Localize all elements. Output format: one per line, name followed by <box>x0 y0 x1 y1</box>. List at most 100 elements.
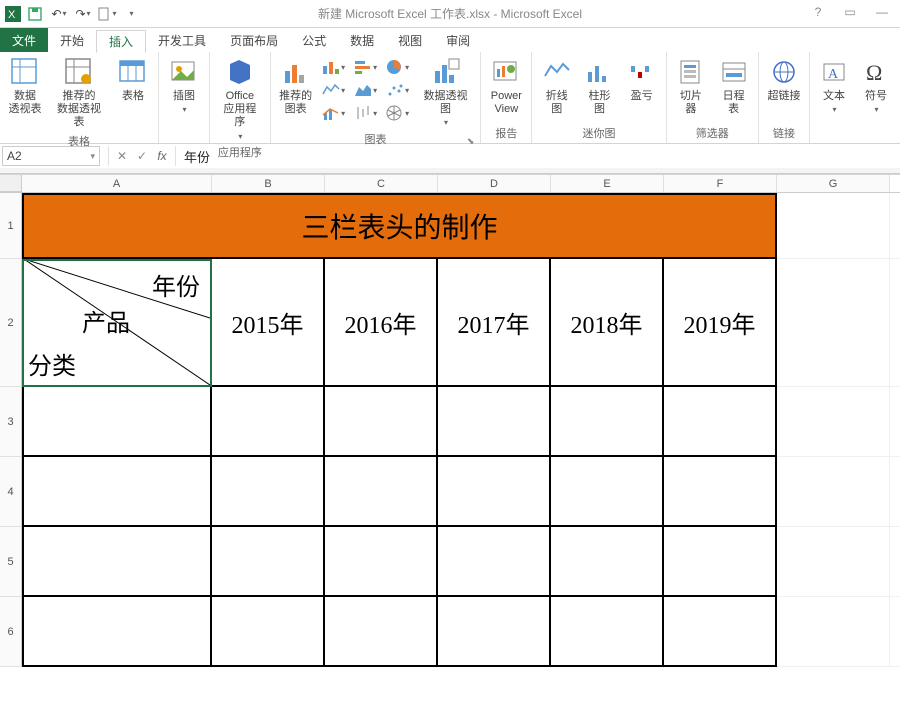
cell-a5[interactable] <box>22 527 212 597</box>
select-all-corner[interactable] <box>0 175 22 192</box>
cell-b2[interactable]: 2015年 <box>212 259 325 387</box>
tab-review[interactable]: 审阅 <box>434 29 482 52</box>
save-icon[interactable] <box>24 3 46 25</box>
cell-g3[interactable] <box>777 387 890 457</box>
scatter-chart-icon[interactable]: ▾ <box>383 79 413 101</box>
minimize-icon[interactable]: — <box>870 5 894 23</box>
cell-g1[interactable] <box>777 193 890 259</box>
cell-f2[interactable]: 2019年 <box>664 259 777 387</box>
formula-input[interactable]: 年份 <box>176 146 900 166</box>
pivot-chart-button[interactable]: 数据透视图▾ <box>415 54 477 130</box>
cell-c4[interactable] <box>325 457 438 527</box>
cell-c3[interactable] <box>325 387 438 457</box>
cell-e6[interactable] <box>551 597 664 667</box>
cell-a1-f1-merged[interactable]: 三栏表头的制作 <box>22 193 777 259</box>
cell-f4[interactable] <box>664 457 777 527</box>
formula-bar-resize[interactable] <box>0 168 900 174</box>
office-apps-button[interactable]: Office 应用程序▾ <box>214 54 266 143</box>
row-header-1[interactable]: 1 <box>0 193 22 259</box>
spreadsheet-grid[interactable]: A B C D E F G 1 2 3 4 5 6 三栏表头的制作 年份 <box>0 175 900 702</box>
cell-d2[interactable]: 2017年 <box>438 259 551 387</box>
cell-g4[interactable] <box>777 457 890 527</box>
cell-d3[interactable] <box>438 387 551 457</box>
cell-e4[interactable] <box>551 457 664 527</box>
cell-e2[interactable]: 2018年 <box>551 259 664 387</box>
row-header-5[interactable]: 5 <box>0 527 22 597</box>
pie-chart-icon[interactable]: ▾ <box>383 56 413 78</box>
cell-f6[interactable] <box>664 597 777 667</box>
cancel-formula-icon[interactable]: ✕ <box>113 149 131 163</box>
cell-f3[interactable] <box>664 387 777 457</box>
symbol-button[interactable]: Ω符号▾ <box>856 54 896 117</box>
hierarchy-chart-icon[interactable]: ▾ <box>319 79 349 101</box>
cell-c2[interactable]: 2016年 <box>325 259 438 387</box>
cell-b4[interactable] <box>212 457 325 527</box>
column-chart-icon[interactable]: ▾ <box>319 56 349 78</box>
cell-g5[interactable] <box>777 527 890 597</box>
col-header-b[interactable]: B <box>212 175 325 192</box>
enter-formula-icon[interactable]: ✓ <box>133 149 151 163</box>
tab-formulas[interactable]: 公式 <box>290 29 338 52</box>
col-header-a[interactable]: A <box>22 175 212 192</box>
sparkline-column-button[interactable]: 柱形图 <box>579 54 620 118</box>
tab-view[interactable]: 视图 <box>386 29 434 52</box>
tab-page-layout[interactable]: 页面布局 <box>218 29 290 52</box>
row-header-4[interactable]: 4 <box>0 457 22 527</box>
cell-d5[interactable] <box>438 527 551 597</box>
timeline-button[interactable]: 日程表 <box>713 54 754 118</box>
recommended-pivot-button[interactable]: 推荐的 数据透视表 <box>48 54 110 132</box>
area-chart-icon[interactable]: ▾ <box>351 79 381 101</box>
cell-f5[interactable] <box>664 527 777 597</box>
pivot-table-button[interactable]: 数据 透视表 <box>4 54 46 118</box>
cell-b3[interactable] <box>212 387 325 457</box>
surface-chart-icon[interactable]: ▾ <box>383 102 413 124</box>
cell-d6[interactable] <box>438 597 551 667</box>
combo-chart-icon[interactable]: ▾ <box>319 102 349 124</box>
col-header-e[interactable]: E <box>551 175 664 192</box>
insert-function-icon[interactable]: fx <box>153 149 171 163</box>
qat-customize-icon[interactable]: ▾ <box>120 3 142 25</box>
tab-home[interactable]: 开始 <box>48 29 96 52</box>
cell-g6[interactable] <box>777 597 890 667</box>
cell-a3[interactable] <box>22 387 212 457</box>
undo-icon[interactable]: ↶▾ <box>48 3 70 25</box>
tab-developer[interactable]: 开发工具 <box>146 29 218 52</box>
stock-chart-icon[interactable]: ▾ <box>351 102 381 124</box>
cell-a4[interactable] <box>22 457 212 527</box>
col-header-d[interactable]: D <box>438 175 551 192</box>
row-header-3[interactable]: 3 <box>0 387 22 457</box>
col-header-c[interactable]: C <box>325 175 438 192</box>
redo-icon[interactable]: ↷▾ <box>72 3 94 25</box>
sparkline-line-button[interactable]: 折线图 <box>536 54 577 118</box>
new-file-icon[interactable]: ▾ <box>96 3 118 25</box>
cell-a2[interactable]: 年份 产品 分类 <box>22 259 212 387</box>
cell-a6[interactable] <box>22 597 212 667</box>
cell-g2[interactable] <box>777 259 890 387</box>
cell-c5[interactable] <box>325 527 438 597</box>
col-header-g[interactable]: G <box>777 175 890 192</box>
text-button[interactable]: A文本▾ <box>814 54 854 117</box>
row-header-6[interactable]: 6 <box>0 597 22 667</box>
help-icon[interactable]: ? <box>806 5 830 23</box>
slicer-button[interactable]: 切片器 <box>671 54 712 118</box>
cell-d4[interactable] <box>438 457 551 527</box>
group-label-charts[interactable]: 图表 <box>275 130 477 149</box>
cell-e3[interactable] <box>551 387 664 457</box>
sparkline-winloss-button[interactable]: 盈亏 <box>622 54 662 105</box>
cell-e5[interactable] <box>551 527 664 597</box>
hyperlink-button[interactable]: 超链接 <box>763 54 805 105</box>
cell-c6[interactable] <box>325 597 438 667</box>
row-header-2[interactable]: 2 <box>0 259 22 387</box>
power-view-button[interactable]: Power View <box>485 54 527 118</box>
recommended-charts-button[interactable]: 推荐的 图表 <box>275 54 317 118</box>
tab-file[interactable]: 文件 <box>0 28 48 52</box>
illustrations-button[interactable]: 插图▾ <box>163 54 205 117</box>
table-button[interactable]: 表格 <box>112 54 154 105</box>
tab-insert[interactable]: 插入 <box>96 30 146 53</box>
cell-b5[interactable] <box>212 527 325 597</box>
tab-data[interactable]: 数据 <box>338 29 386 52</box>
col-header-f[interactable]: F <box>664 175 777 192</box>
cell-b6[interactable] <box>212 597 325 667</box>
bar-chart-icon[interactable]: ▾ <box>351 56 381 78</box>
ribbon-options-icon[interactable]: ▭ <box>838 5 862 23</box>
